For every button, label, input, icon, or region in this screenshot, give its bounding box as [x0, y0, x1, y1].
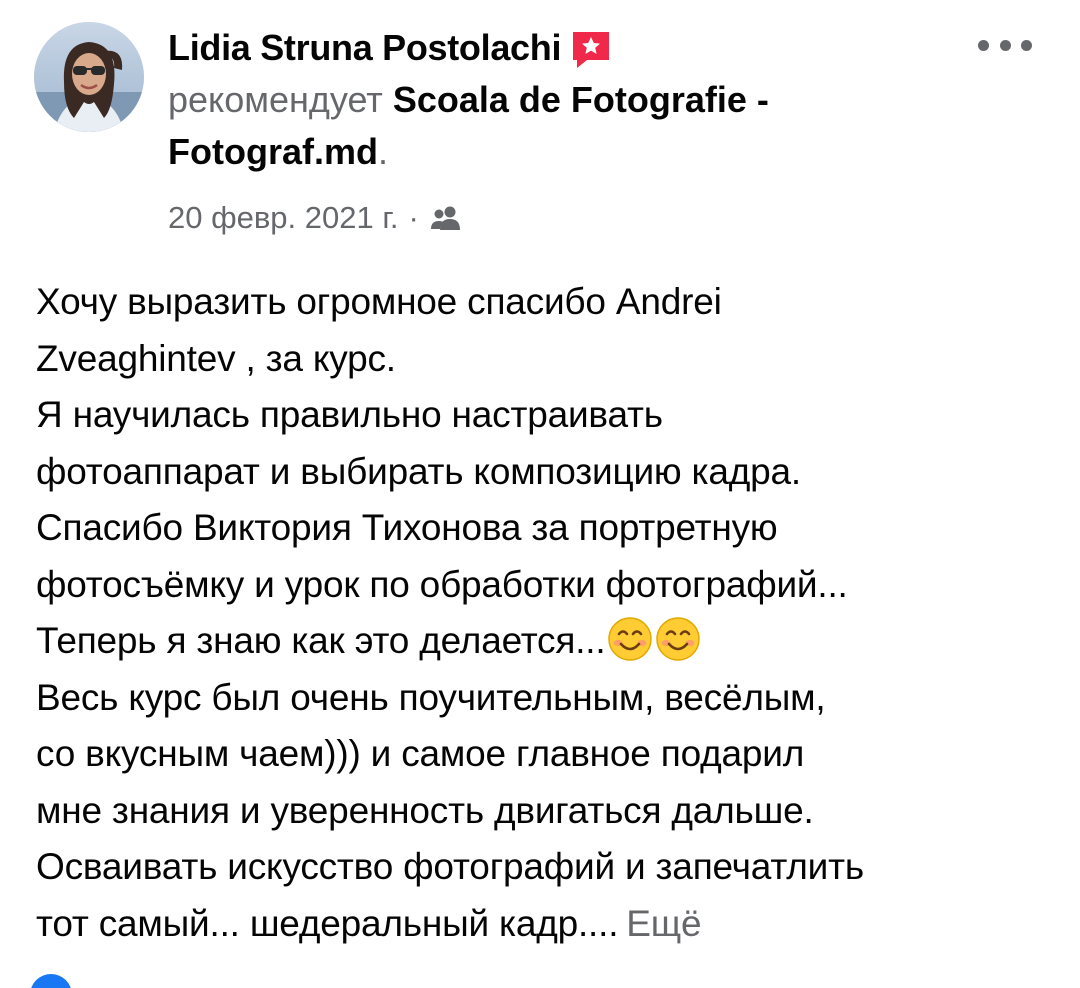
post-text-line: со вкусным чаем))) и самое главное подар…	[36, 733, 805, 774]
recommendation-line-2: Fotograf.md.	[168, 126, 948, 178]
post-text-last-line: тот самый... шедеральный кадр.... Ещё	[36, 896, 1046, 953]
trailing-period: .	[377, 131, 388, 172]
post-text-line: Zveaghintev , за курс.	[36, 337, 396, 379]
smiling-face-emoji	[607, 616, 653, 662]
post-text-segment: Теперь я знаю как это делается...	[36, 620, 606, 661]
recommendation-line: рекомендует Scoala de Fotografie -	[168, 74, 948, 126]
page-name-link-part1[interactable]: Scoala de Fotografie -	[393, 79, 769, 120]
more-dot-icon	[978, 39, 989, 51]
post-text-line: Я научилась правильно настраивать	[36, 394, 663, 435]
recommendation-post: Lidia Struna Postolachi рекомендует Scoa…	[0, 0, 1080, 988]
more-dot-icon	[1021, 39, 1032, 51]
recommend-verb: рекомендует	[168, 79, 383, 120]
post-text-line: Осваивать искусство фотографий и запечат…	[36, 846, 864, 887]
more-options-button[interactable]	[978, 30, 1032, 60]
post-text-line: фотоаппарат и выбирать композицию кадра.	[36, 450, 801, 492]
recommend-flag-icon	[569, 28, 613, 72]
more-dot-icon	[999, 39, 1011, 51]
post-header: Lidia Struna Postolachi рекомендует Scoa…	[168, 22, 948, 236]
post-text-segment: тот самый... шедеральный кадр....	[36, 902, 619, 944]
post-text-line: Хочу выразить огромное спасибо Andrei	[36, 281, 722, 322]
post-meta: 20 февр. 2021 г. ·	[168, 200, 948, 236]
post-date[interactable]: 20 февр. 2021 г.	[168, 200, 399, 236]
friends-icon[interactable]	[429, 204, 463, 232]
avatar-photo	[34, 22, 144, 132]
page-name-link-part2[interactable]: Fotograf.md	[168, 131, 378, 172]
reaction-icon-partial	[30, 974, 72, 988]
post-text-line: Спасибо Виктория Тихонова за портретную	[36, 507, 778, 548]
meta-separator: ·	[408, 200, 419, 235]
post-text-line: фотосъёмку и урок по обработки фотографи…	[36, 563, 848, 605]
smiling-face-emoji	[655, 616, 701, 662]
post-text-line: мне знания и уверенность двигаться дальш…	[36, 789, 814, 831]
author-line: Lidia Struna Postolachi	[168, 22, 948, 74]
author-name[interactable]: Lidia Struna Postolachi	[168, 27, 561, 69]
post-text-line-with-emoji: Теперь я знаю как это делается...	[36, 613, 1046, 670]
post-text-line: Весь курс был очень поучительным, весёлы…	[36, 676, 826, 718]
author-avatar[interactable]	[34, 22, 144, 132]
post-body: Хочу выразить огромное спасибо Andrei Zv…	[36, 274, 1046, 952]
see-more-link[interactable]: Ещё	[626, 903, 701, 944]
